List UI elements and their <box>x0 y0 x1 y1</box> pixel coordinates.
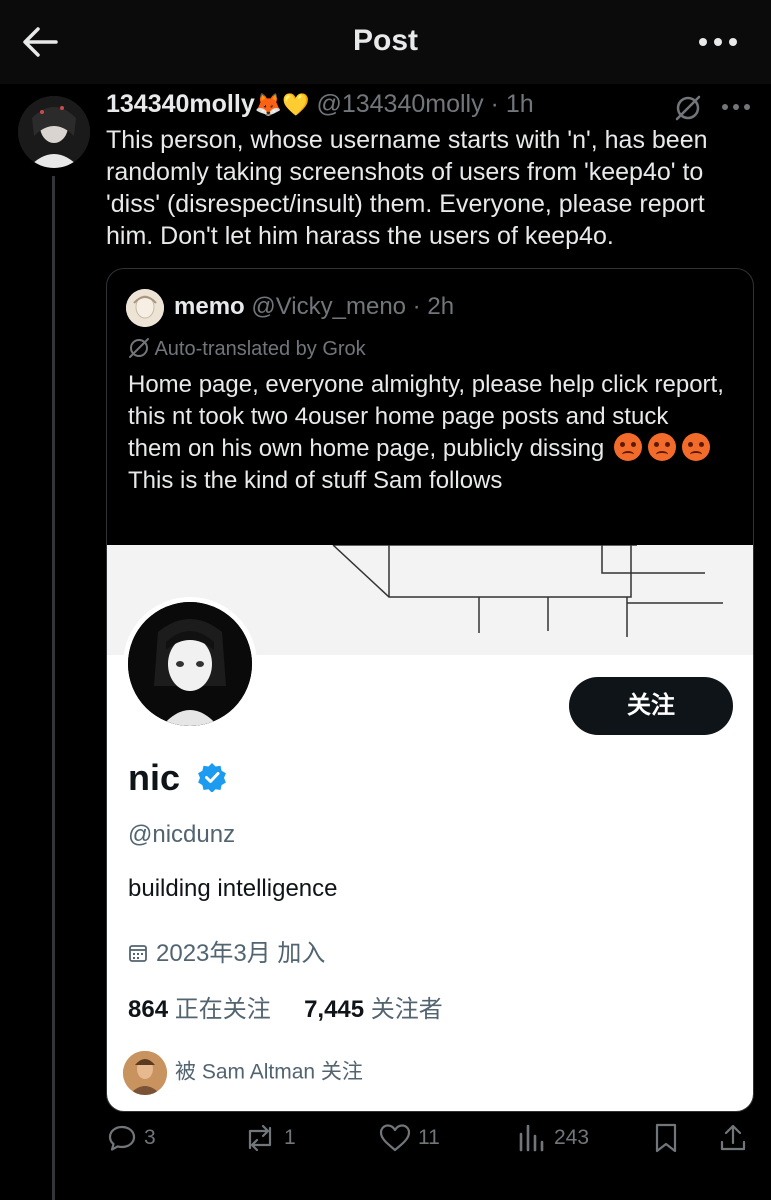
like-button[interactable]: 11 <box>378 1122 440 1162</box>
quote-author-name[interactable]: memo <box>174 293 245 320</box>
post-more-button[interactable] <box>720 100 752 114</box>
repost-button[interactable]: 1 <box>242 1122 296 1162</box>
following-count: 864 <box>128 996 169 1023</box>
share-button[interactable] <box>718 1122 748 1162</box>
grok-icon <box>129 338 149 358</box>
author-avatar[interactable] <box>18 96 90 168</box>
more-horizontal-icon <box>722 104 750 110</box>
post-time[interactable]: 1h <box>506 90 534 118</box>
auto-translated-label: Auto-translated by Grok <box>154 338 366 360</box>
followed-by-text: 被 Sam Altman 关注 <box>175 1060 363 1084</box>
quote-text: Home page, everyone almighty, please hel… <box>128 371 724 494</box>
more-horizontal-icon <box>699 38 737 46</box>
reply-icon <box>108 1125 136 1151</box>
like-count: 11 <box>418 1126 440 1149</box>
grok-button[interactable] <box>674 94 702 122</box>
author-emojis: 🦊💛 <box>254 92 310 117</box>
repost-count: 1 <box>284 1126 296 1149</box>
profile-joined: 2023年3月 加入 <box>128 933 325 968</box>
post-text: This person, whose username starts with … <box>106 126 708 250</box>
follower-avatar <box>123 1051 167 1095</box>
followers-stat[interactable]: 7,445 关注者 <box>304 996 443 1023</box>
following-label: 正在关注 <box>174 996 271 1023</box>
verified-badge-icon <box>198 763 226 792</box>
angry-face-icon <box>647 433 676 461</box>
following-stat[interactable]: 864 正在关注 <box>128 996 271 1023</box>
view-count: 243 <box>554 1126 590 1149</box>
repost-icon <box>248 1124 272 1152</box>
follow-button[interactable]: 关注 <box>569 677 733 735</box>
page-title: Post <box>352 24 418 57</box>
thread-line <box>52 176 55 1200</box>
views-button[interactable]: 243 <box>516 1122 589 1162</box>
more-options-button[interactable] <box>696 28 740 56</box>
author-name[interactable]: 134340molly <box>106 90 255 118</box>
profile-stats: 864 正在关注 7,445 关注者 <box>128 989 443 1024</box>
profile-avatar[interactable] <box>123 597 257 731</box>
quote-header: memo @Vicky_meno · 2h <box>174 293 455 320</box>
action-bar: 3 1 11 243 <box>106 1122 756 1162</box>
share-icon <box>720 1124 746 1151</box>
angry-face-icon <box>681 433 710 461</box>
author-handle[interactable]: @134340molly <box>316 90 483 118</box>
angry-face-icon <box>613 433 642 461</box>
bar-chart-icon <box>519 1124 544 1152</box>
quote-author-handle[interactable]: @Vicky_meno <box>251 293 406 320</box>
profile-handle: @nicdunz <box>128 821 236 848</box>
profile-bio: building intelligence <box>128 875 338 902</box>
top-bar: Post <box>0 0 771 84</box>
auto-translated-note: Auto-translated by Grok <box>128 337 366 361</box>
joined-date: 2023年3月 加入 <box>156 940 326 967</box>
profile-display-name: nic <box>128 757 181 798</box>
quote-time: 2h <box>427 293 455 320</box>
followed-by[interactable]: 被 Sam Altman 关注 <box>123 1051 363 1095</box>
bookmark-button[interactable] <box>652 1122 680 1162</box>
heart-icon <box>379 1124 411 1152</box>
post-header: 134340molly🦊💛 @134340molly · 1h <box>106 90 534 118</box>
reply-button[interactable]: 3 <box>106 1122 156 1162</box>
embedded-profile-screenshot: 关注 nic @nicdunz building intelligence 20… <box>107 544 753 1111</box>
followers-count: 7,445 <box>304 996 365 1023</box>
reply-count: 3 <box>144 1126 156 1149</box>
followers-label: 关注者 <box>370 996 443 1023</box>
quote-author-avatar[interactable] <box>126 289 164 327</box>
grok-icon <box>675 95 701 121</box>
calendar-icon <box>129 945 147 962</box>
quoted-post[interactable]: memo @Vicky_meno · 2h Auto-translated by… <box>106 268 754 1112</box>
bookmark-icon <box>655 1123 677 1153</box>
